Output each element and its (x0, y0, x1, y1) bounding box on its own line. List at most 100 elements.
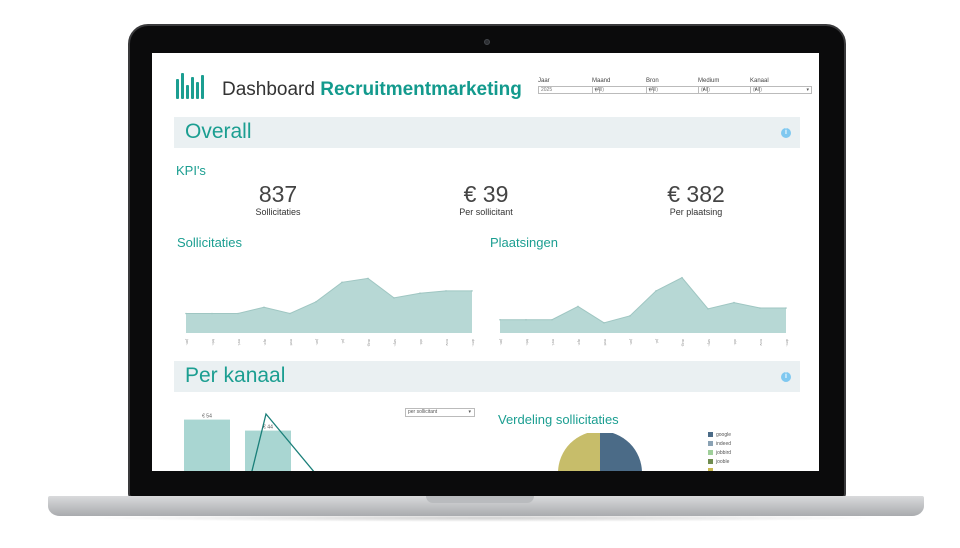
bar-data-label: € 54 (202, 414, 212, 420)
data-point (707, 308, 709, 310)
legend-swatch (708, 441, 713, 447)
data-point (471, 290, 473, 292)
x-tick-label: okt. (733, 339, 738, 345)
legend-swatch (708, 450, 713, 456)
x-tick-label: aug. (681, 339, 686, 347)
x-tick-label: jan. (499, 338, 504, 345)
verdeling-pie-chart (558, 433, 642, 471)
pie-slice (600, 433, 642, 471)
data-point (419, 292, 421, 295)
data-point (733, 301, 735, 304)
kpi-label: Per sollicitant (459, 207, 513, 217)
dashboard-logo-icon (176, 73, 206, 99)
data-point (445, 290, 447, 292)
data-point (525, 318, 527, 321)
kpi-value: 837 (258, 181, 298, 207)
data-point (211, 312, 213, 315)
laptop-base-notch (426, 496, 534, 503)
x-tick-label: dec. (471, 339, 476, 347)
legend-label: indeed (716, 441, 732, 447)
data-point (263, 306, 265, 309)
title-bold: Recruitmentmarketing (320, 79, 522, 100)
x-tick-label: feb. (211, 339, 216, 346)
section-per-kanaal: Per kanaal i (174, 361, 800, 392)
filter-label: Jaar (538, 78, 550, 84)
kpi-value: € 39 (463, 181, 509, 207)
filter-value: (All) (753, 87, 762, 93)
data-point (315, 301, 317, 303)
filter-select[interactable]: (All) ▾ (750, 86, 812, 94)
x-tick-label: dec. (785, 339, 790, 347)
legend-label: jooble (716, 459, 730, 465)
kpi-value: € 382 (667, 181, 725, 207)
legend-label: google (716, 432, 732, 438)
area-fill (186, 278, 472, 333)
area-fill (500, 277, 786, 333)
x-tick-label: jun. (629, 338, 634, 345)
kpi-sollicitaties: 837 Sollicitaties (218, 181, 338, 218)
chevron-down-icon: ▾ (468, 409, 471, 415)
data-point (237, 312, 239, 315)
x-tick-label: nov. (759, 339, 764, 346)
legend-swatch (708, 432, 713, 438)
data-point (629, 315, 631, 317)
data-point (367, 277, 369, 280)
legend-item: indeed (708, 441, 731, 447)
data-point (681, 276, 683, 279)
screen: Dashboard Recruitmentmarketing Jaar 2025… (152, 53, 819, 471)
kpi-label: Per plaatsing (669, 207, 723, 217)
laptop-mockup: Dashboard Recruitmentmarketing Jaar 2025… (0, 0, 960, 548)
pie-slice (558, 433, 600, 471)
data-point (289, 312, 291, 315)
data-point (551, 318, 553, 321)
section-title: Per kanaal (185, 364, 286, 387)
x-tick-label: sep. (707, 339, 712, 347)
info-icon[interactable]: i (781, 372, 791, 382)
kpis-heading: KPI's (176, 163, 206, 178)
kpi-per-sollicitant: € 39 Per sollicitant (426, 181, 546, 218)
x-tick-label: jun. (315, 338, 320, 345)
filter-value: (All) (649, 87, 658, 93)
legend-label: … (716, 468, 721, 471)
metric-dropdown[interactable]: per sollicitant ▾ (405, 408, 475, 417)
per-kanaal-bar-chart: € 54 € 44 (184, 412, 315, 471)
filter-value: 2025 (541, 87, 553, 93)
data-point (759, 307, 761, 309)
data-point (603, 322, 605, 324)
x-tick-label: jul. (341, 338, 346, 344)
kpi-label: Sollicitaties (255, 207, 301, 217)
plaatsingen-area-chart: jan. feb. mrt. apr. mei jun. jul. aug. sep. okt. n… (499, 276, 790, 347)
filter-select[interactable]: (All) ▾ (592, 86, 654, 94)
legend-item: … (708, 468, 721, 471)
filter-label: Kanaal (750, 78, 769, 84)
chart-title-plaatsingen: Plaatsingen (490, 235, 558, 250)
x-tick-label: mei (603, 339, 608, 346)
section-title: Overall (185, 120, 252, 143)
filter-kanaal[interactable]: Kanaal (All) ▾ (750, 78, 812, 94)
webcam-icon (484, 39, 490, 45)
x-tick-label: mrt. (237, 339, 242, 346)
data-point (341, 281, 343, 284)
metric-dropdown-value: per sollicitant (408, 409, 438, 415)
title-prefix: Dashboard (222, 79, 315, 100)
x-tick-label: aug. (367, 339, 372, 347)
filter-jaar[interactable]: Jaar 2025 ▾ (538, 78, 600, 94)
data-point (393, 297, 395, 299)
sollicitaties-area-chart: jan. feb. mrt. apr. mei jun. jul. aug. sep. okt. n… (185, 277, 476, 347)
page-title: Dashboard Recruitmentmarketing (222, 79, 522, 101)
info-icon[interactable]: i (781, 128, 791, 138)
data-point (499, 318, 501, 321)
data-point (785, 307, 787, 309)
legend-item: jobbird (708, 450, 731, 456)
x-tick-label: okt. (419, 339, 424, 345)
x-tick-label: jul. (655, 338, 660, 344)
legend-label: jobbird (716, 450, 732, 456)
data-point (655, 290, 657, 292)
x-tick-label: sep. (393, 339, 398, 347)
x-tick-label: mrt. (551, 339, 556, 346)
bar-data-label: € 44 (263, 425, 273, 431)
x-tick-label: feb. (525, 339, 530, 346)
filter-value: (All) (595, 87, 604, 93)
filter-maand[interactable]: Maand (All) ▾ (592, 78, 654, 94)
filter-select[interactable]: 2025 ▾ (538, 86, 600, 94)
